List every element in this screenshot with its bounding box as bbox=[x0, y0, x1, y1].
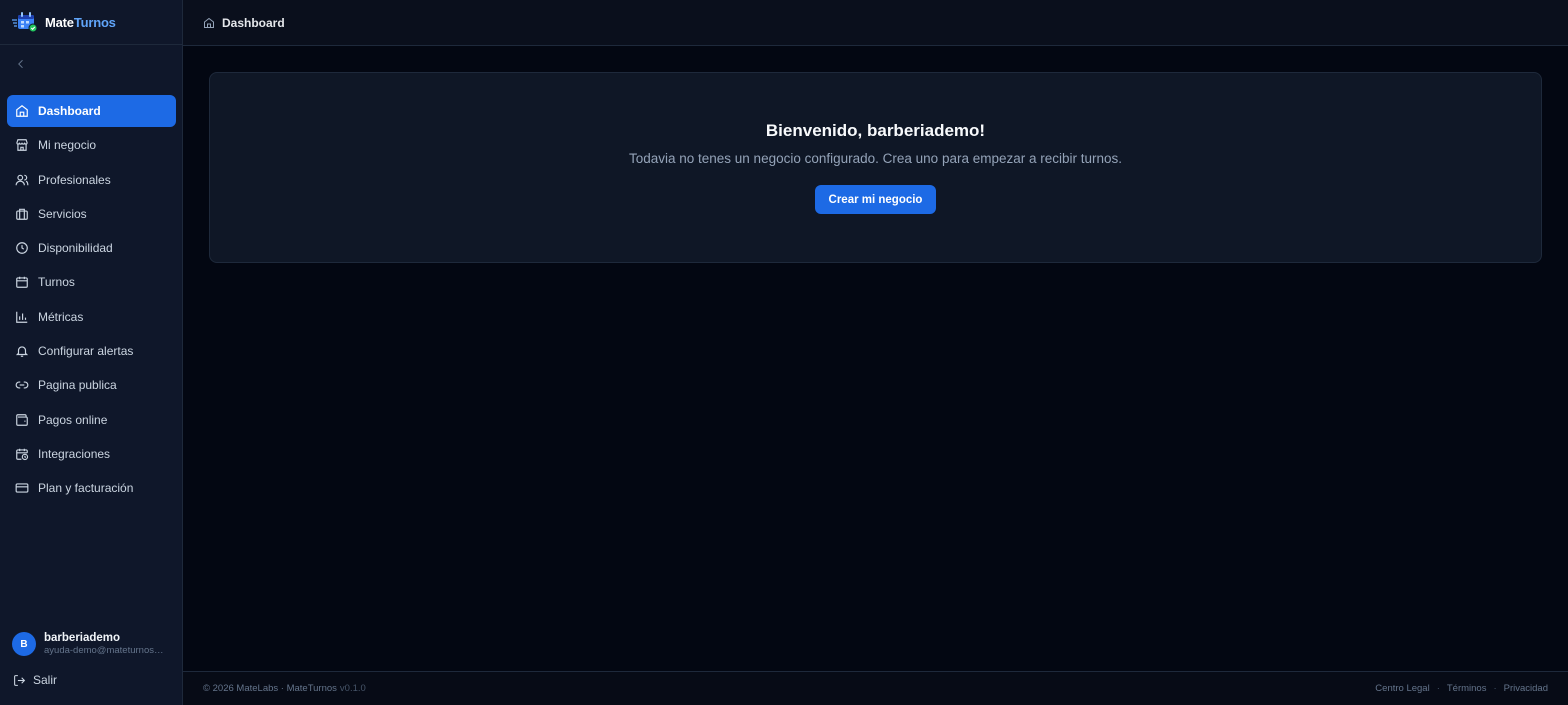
brand[interactable]: MateTurnos bbox=[0, 0, 182, 45]
sidebar-item-servicios[interactable]: Servicios bbox=[7, 198, 176, 230]
home-icon bbox=[204, 17, 214, 28]
user-name: barberiademo bbox=[44, 632, 121, 644]
footer-copyright-block: © 2026 MateLabs · MateTurnos v0.1.0 bbox=[203, 683, 366, 694]
sidebar-item-label: Dashboard bbox=[38, 104, 101, 118]
sidebar-item-label: Mi negocio bbox=[38, 138, 97, 153]
create-business-button[interactable]: Crear mi negocio bbox=[815, 185, 936, 214]
clock-icon bbox=[15, 241, 29, 255]
sidebar-item-metricas[interactable]: Métricas bbox=[7, 301, 176, 333]
store-icon bbox=[15, 138, 29, 152]
breadcrumb: Dashboard bbox=[222, 15, 285, 30]
sidebar-item-pagina-publica[interactable]: Pagina publica bbox=[7, 369, 176, 401]
user-profile[interactable]: B barberiademo ayuda-demo@mateturnos.com bbox=[12, 632, 166, 656]
chevron-left-icon bbox=[18, 59, 23, 69]
footer-link-centro-legal[interactable]: Centro Legal bbox=[1375, 683, 1429, 694]
sidebar-item-label: Configurar alertas bbox=[38, 344, 134, 359]
user-email: ayuda-demo@mateturnos.com bbox=[44, 645, 166, 656]
home-icon bbox=[15, 104, 29, 118]
users-icon bbox=[15, 173, 29, 187]
logout-icon bbox=[14, 674, 26, 686]
sidebar-item-turnos[interactable]: Turnos bbox=[7, 266, 176, 298]
brand-name-part2: Turnos bbox=[73, 14, 116, 30]
user-info: barberiademo ayuda-demo@mateturnos.com bbox=[44, 632, 166, 656]
sidebar-item-configurar-alertas[interactable]: Configurar alertas bbox=[7, 335, 176, 367]
brand-name: MateTurnos bbox=[45, 15, 116, 30]
sidebar-item-label: Turnos bbox=[38, 275, 75, 290]
footer: © 2026 MateLabs · MateTurnos v0.1.0 Centr… bbox=[183, 671, 1568, 705]
sidebar-item-mi-negocio[interactable]: Mi negocio bbox=[7, 129, 176, 161]
bell-icon bbox=[15, 344, 29, 358]
link-icon bbox=[15, 378, 29, 392]
footer-separator: · bbox=[1436, 683, 1440, 694]
footer-links: Centro Legal · Términos · Privacidad bbox=[1375, 683, 1548, 694]
collapse-sidebar-button[interactable] bbox=[13, 56, 29, 72]
sidebar-item-label: Servicios bbox=[38, 206, 87, 221]
sidebar-item-label: Pagina publica bbox=[38, 378, 117, 393]
footer-link-terminos[interactable]: Términos bbox=[1447, 683, 1487, 694]
welcome-subtitle: Todavia no tenes un negocio configurado.… bbox=[628, 151, 1123, 166]
footer-copyright: © 2026 MateLabs · MateTurnos bbox=[203, 683, 337, 694]
sidebar-item-pagos-online[interactable]: Pagos online bbox=[7, 404, 176, 436]
sidebar-item-plan-facturacion[interactable]: Plan y facturación bbox=[7, 472, 176, 504]
wallet-icon bbox=[15, 413, 29, 427]
top-bar: Dashboard bbox=[183, 0, 1568, 46]
sidebar-item-dashboard[interactable]: Dashboard bbox=[7, 95, 176, 127]
bar-chart-icon bbox=[15, 310, 29, 324]
avatar: B bbox=[12, 632, 36, 656]
calendar-clock-icon bbox=[15, 447, 29, 461]
sidebar-item-label: Integraciones bbox=[38, 446, 111, 461]
calendar-check-icon bbox=[12, 12, 38, 33]
calendar-icon bbox=[15, 275, 29, 289]
sidebar-item-label: Profesionales bbox=[38, 172, 111, 187]
sidebar-item-label: Pagos online bbox=[38, 412, 108, 427]
sidebar-item-integraciones[interactable]: Integraciones bbox=[7, 438, 176, 470]
footer-version: v0.1.0 bbox=[339, 683, 366, 694]
footer-separator: · bbox=[1493, 683, 1497, 694]
logout-button[interactable]: Salir bbox=[13, 673, 57, 687]
sidebar: MateTurnos Dashboard Mi negocio Profesio… bbox=[0, 0, 183, 705]
footer-link-privacidad[interactable]: Privacidad bbox=[1504, 683, 1548, 694]
welcome-title: Bienvenido, barberiademo! bbox=[765, 121, 986, 140]
logout-label: Salir bbox=[33, 673, 58, 687]
sidebar-item-profesionales[interactable]: Profesionales bbox=[7, 164, 176, 196]
sidebar-item-label: Plan y facturación bbox=[38, 481, 134, 496]
briefcase-icon bbox=[15, 207, 29, 221]
brand-name-part1: Mate bbox=[45, 14, 74, 30]
credit-card-icon bbox=[15, 481, 29, 495]
welcome-card: Bienvenido, barberiademo! Todavia no ten… bbox=[209, 72, 1542, 263]
sidebar-item-label: Disponibilidad bbox=[38, 241, 113, 256]
sidebar-item-label: Métricas bbox=[38, 309, 84, 324]
sidebar-nav: Dashboard Mi negocio Profesionales Servi… bbox=[7, 95, 176, 507]
sidebar-item-disponibilidad[interactable]: Disponibilidad bbox=[7, 232, 176, 264]
